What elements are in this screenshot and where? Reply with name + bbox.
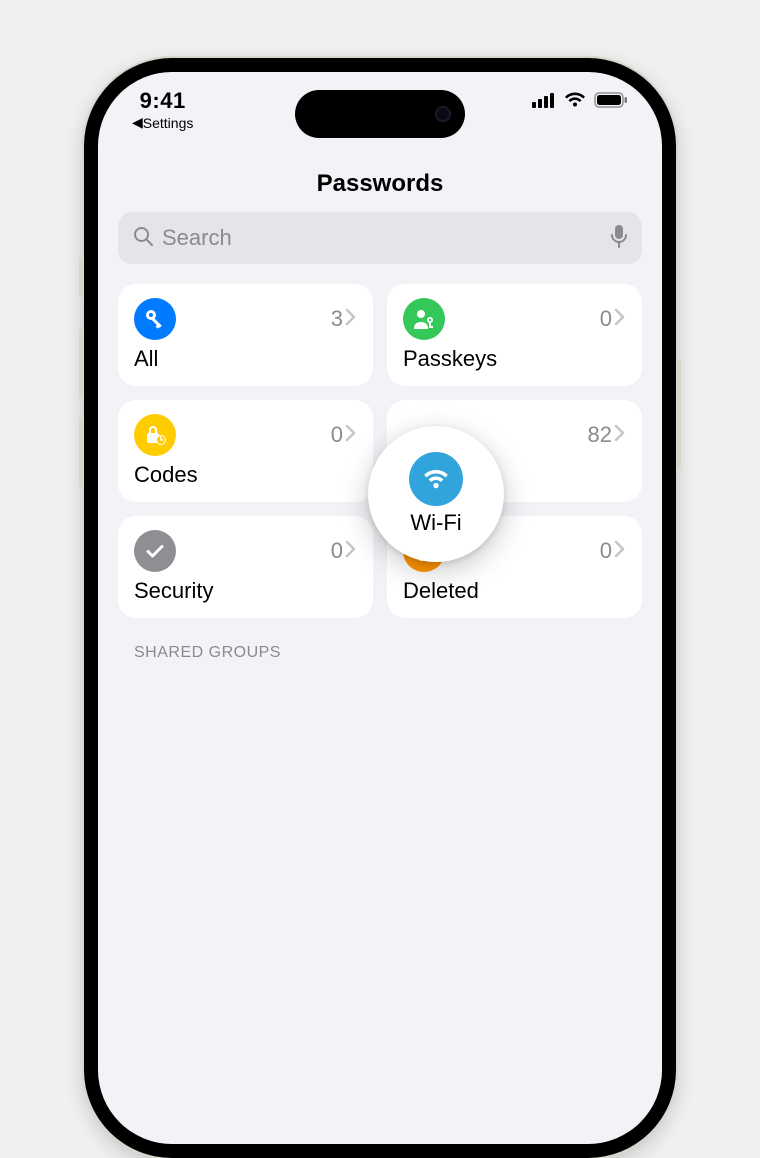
label-security: Security: [134, 578, 357, 604]
count-security: 0: [331, 538, 343, 564]
count-wifi: 82: [588, 422, 612, 448]
status-time: 9:41: [140, 88, 186, 114]
card-codes[interactable]: 0 Codes: [118, 400, 373, 502]
microphone-icon[interactable]: [610, 224, 628, 253]
section-shared-groups: SHARED GROUPS: [118, 644, 642, 662]
screen: 9:41 ◀︎ Settings Passwords: [98, 72, 662, 1144]
key-icon: [134, 298, 176, 340]
categories-grid: 3 All 0: [118, 284, 642, 618]
label-all: All: [134, 346, 357, 372]
chevron-right-icon: [614, 308, 626, 331]
card-deleted[interactable]: 0 Deleted: [387, 516, 642, 618]
camera-dot: [435, 106, 451, 122]
chevron-right-icon: [614, 424, 626, 447]
chevron-right-icon: [614, 540, 626, 563]
status-right: [532, 92, 628, 108]
lock-clock-icon: [134, 414, 176, 456]
battery-icon: [594, 92, 628, 108]
count-all: 3: [331, 306, 343, 332]
card-passkeys[interactable]: 0 Passkeys: [387, 284, 642, 386]
volume-up-button: [79, 328, 84, 398]
label-codes: Codes: [134, 462, 357, 488]
chevron-right-icon: [345, 424, 357, 447]
label-passkeys: Passkeys: [403, 346, 626, 372]
content: Passwords 3: [98, 170, 662, 662]
trash-icon: [403, 530, 445, 572]
chevron-right-icon: [345, 540, 357, 563]
page-title: Passwords: [118, 170, 642, 198]
search-field[interactable]: [118, 212, 642, 264]
card-wifi[interactable]: 82 Wi-Fi: [387, 400, 642, 502]
card-all[interactable]: 3 All: [118, 284, 373, 386]
count-deleted: 0: [600, 538, 612, 564]
back-to-settings-link[interactable]: ◀︎ Settings: [132, 114, 193, 131]
wifi-status-icon: [564, 92, 586, 108]
phone-frame: 9:41 ◀︎ Settings Passwords: [84, 58, 676, 1158]
count-codes: 0: [331, 422, 343, 448]
cellular-icon: [532, 92, 556, 108]
card-security[interactable]: 0 Security: [118, 516, 373, 618]
chevron-right-icon: [345, 308, 357, 331]
power-button: [676, 358, 681, 468]
dynamic-island: [295, 90, 465, 138]
back-label: Settings: [143, 115, 194, 131]
volume-down-button: [79, 418, 84, 488]
search-input[interactable]: [162, 225, 602, 251]
search-icon: [132, 225, 154, 252]
mute-switch: [79, 258, 84, 298]
person-key-icon: [403, 298, 445, 340]
count-passkeys: 0: [600, 306, 612, 332]
check-icon: [134, 530, 176, 572]
label-deleted: Deleted: [403, 578, 626, 604]
chevron-left-icon: ◀︎: [132, 114, 143, 131]
